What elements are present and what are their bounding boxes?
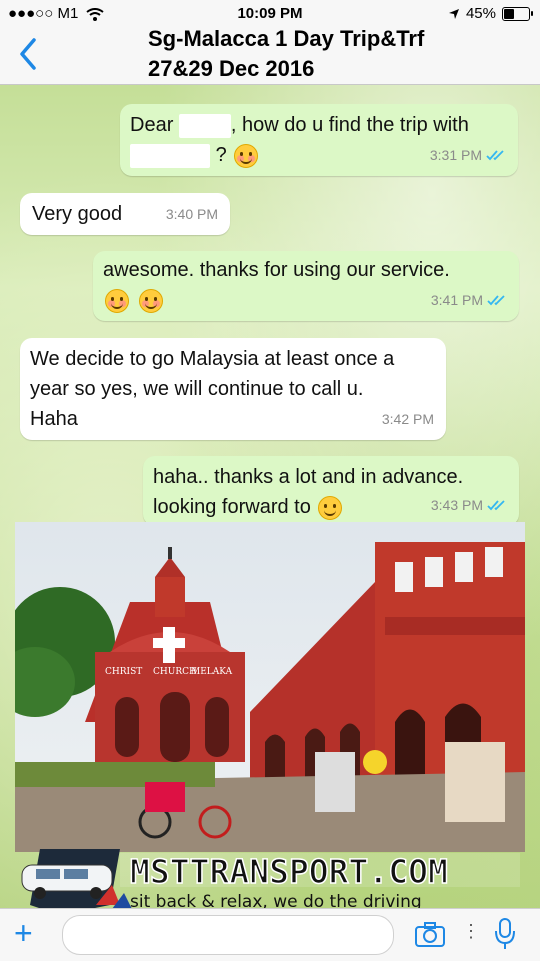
- chevron-left-icon[interactable]: [14, 36, 44, 72]
- redacted-name: [178, 113, 231, 138]
- microphone-icon[interactable]: [494, 917, 516, 951]
- winking-emoji-icon: [318, 495, 343, 520]
- christ-church-photo[interactable]: CHRIST CHURCH MELAKA: [15, 522, 525, 852]
- message-meta: 3:31 PM: [430, 140, 506, 170]
- battery-percent: 45%: [465, 5, 496, 22]
- message-text-line: Haha: [30, 408, 78, 430]
- plus-icon[interactable]: +: [14, 917, 33, 949]
- church-sign-3: MELAKA: [191, 667, 233, 677]
- message-bubble-outgoing[interactable]: awesome. thanks for using our service. 3…: [93, 251, 519, 321]
- brand-name: MSTTRANSPORT.COM: [130, 852, 448, 891]
- camera-icon[interactable]: [414, 919, 446, 949]
- message-text: awesome. thanks for using our service.: [103, 259, 450, 281]
- message-text-part: Dear: [130, 114, 174, 136]
- message-time: 3:41 PM: [430, 292, 483, 308]
- photo-illustration: CHRIST CHURCH MELAKA: [15, 522, 525, 852]
- brand-banner: MSTTRANSPORT.COM sit back & relax, we do…: [0, 845, 540, 915]
- chat-title[interactable]: Sg-Malacca 1 Day Trip&Trf 27&29 Dec 2016: [148, 24, 528, 84]
- status-right: 45%: [448, 5, 533, 22]
- message-text-part: ?: [215, 144, 227, 166]
- location-arrow-icon: [448, 8, 459, 19]
- message-bubble-incoming[interactable]: Very good 3:40 PM: [20, 193, 230, 235]
- message-bubble-outgoing[interactable]: Dear , how do u find the trip with ? 3:3…: [120, 104, 518, 176]
- smiling-emoji-icon: [105, 288, 129, 313]
- message-meta: 3:41 PM: [431, 285, 507, 315]
- more-options-icon[interactable]: ⋮: [462, 921, 480, 942]
- message-time: 3:40 PM: [165, 206, 218, 222]
- banner-graphic: MSTTRANSPORT.COM sit back & relax, we do…: [21, 849, 520, 915]
- smiling-emoji-icon: [234, 143, 259, 168]
- read-ticks-icon: [487, 294, 505, 305]
- redacted-name: [130, 143, 210, 168]
- message-text-line: year so yes, we will continue to call u.: [30, 378, 364, 400]
- read-ticks-icon: [486, 149, 504, 160]
- message-text-line: haha.. thanks a lot and in advance.: [153, 466, 464, 488]
- message-meta: 3:43 PM: [431, 490, 507, 520]
- message-meta: 3:42 PM: [382, 404, 434, 434]
- battery-fill: [504, 8, 514, 19]
- message-input[interactable]: [62, 915, 394, 955]
- chat-header: Sg-Malacca 1 Day Trip&Trf 27&29 Dec 2016: [0, 26, 540, 85]
- read-ticks-icon: [487, 499, 505, 510]
- chat-title-line-2: 27&29 Dec 2016: [148, 56, 315, 81]
- message-bubble-outgoing[interactable]: haha.. thanks a lot and in advance. look…: [143, 456, 519, 526]
- battery-icon: [502, 6, 533, 21]
- message-time: 3:42 PM: [381, 411, 434, 427]
- chat-title-line-1: Sg-Malacca 1 Day Trip&Trf: [148, 26, 425, 51]
- message-meta: 3:40 PM: [166, 199, 218, 229]
- composer-bar: + ⋮: [0, 908, 540, 961]
- smiling-emoji-icon: [138, 288, 163, 313]
- message-time: 3:43 PM: [430, 497, 483, 513]
- message-text: Very good: [32, 203, 123, 225]
- message-text-line: We decide to go Malaysia at least once a: [30, 348, 395, 370]
- message-time: 3:31 PM: [429, 147, 482, 163]
- message-bubble-incoming[interactable]: We decide to go Malaysia at least once a…: [20, 338, 446, 440]
- message-text-part: looking forward to: [153, 496, 311, 518]
- message-text-part: , how do u find the trip with: [230, 114, 469, 136]
- church-sign-1: CHRIST: [105, 667, 142, 677]
